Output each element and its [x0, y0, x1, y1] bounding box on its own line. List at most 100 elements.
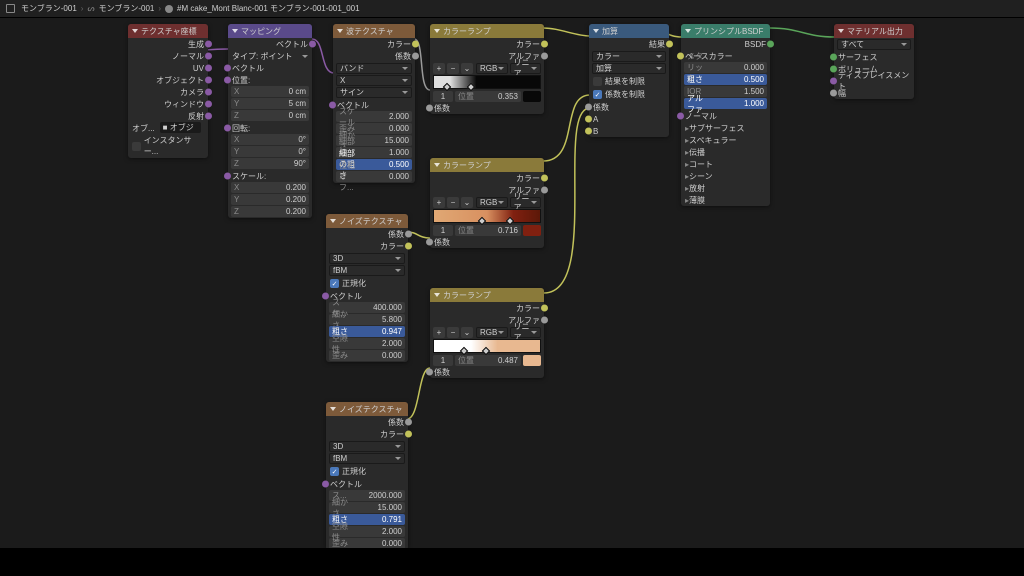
- node-color-ramp-1[interactable]: カラーランプ カラー アルファ + − ⌄ RGB リニア 1 位置0.353 …: [430, 24, 544, 114]
- noise-lacunarity[interactable]: 空隙性2.000: [329, 526, 405, 537]
- ramp-mode[interactable]: RGB: [476, 327, 508, 338]
- ramp-menu[interactable]: ⌄: [461, 63, 473, 74]
- dd-dim[interactable]: 3D: [329, 253, 405, 264]
- socket-out[interactable]: [205, 41, 212, 48]
- check-clamp-factor[interactable]: ✓係数を制限: [589, 88, 669, 101]
- socket-in[interactable]: [830, 90, 837, 97]
- socket-in[interactable]: [426, 105, 433, 112]
- loc-x[interactable]: X0 cm: [231, 86, 309, 97]
- rot-z[interactable]: Z90°: [231, 158, 309, 169]
- field-value[interactable]: ポイント: [260, 51, 302, 62]
- ramp-menu[interactable]: ⌄: [461, 327, 473, 338]
- socket-in[interactable]: [677, 113, 684, 120]
- ramp-pos[interactable]: 位置0.716: [455, 225, 521, 236]
- ramp-add[interactable]: +: [433, 327, 445, 338]
- check-normalize[interactable]: ✓正規化: [326, 465, 408, 478]
- loc-y[interactable]: Y5 cm: [231, 98, 309, 109]
- object-field[interactable]: ■ オブジ: [160, 122, 201, 133]
- socket-in[interactable]: [585, 116, 592, 123]
- socket-in[interactable]: [224, 125, 231, 132]
- panel-label[interactable]: 薄膜: [689, 195, 705, 206]
- check-normalize[interactable]: ✓正規化: [326, 277, 408, 290]
- node-header[interactable]: 波テクスチャ: [333, 24, 415, 38]
- panel-label[interactable]: 伝播: [689, 147, 705, 158]
- socket-out[interactable]: [405, 243, 412, 250]
- socket-out[interactable]: [205, 77, 212, 84]
- socket-out[interactable]: [541, 317, 548, 324]
- node-header[interactable]: カラーランプ: [430, 24, 544, 38]
- check-clamp-result[interactable]: 結果を制限: [589, 75, 669, 88]
- node-header[interactable]: 加算: [589, 24, 669, 38]
- socket-out[interactable]: [412, 53, 419, 60]
- node-header[interactable]: カラーランプ: [430, 158, 544, 172]
- color-ramp-gradient[interactable]: [433, 209, 541, 223]
- node-wave-texture[interactable]: 波テクスチャ カラー 係数 バンド X サイン ベクトル スケール2.000 歪…: [333, 24, 415, 183]
- dd-datatype[interactable]: カラー: [592, 51, 666, 62]
- scale-z[interactable]: Z0.200: [231, 206, 309, 217]
- socket-in[interactable]: [830, 54, 837, 61]
- scale-y[interactable]: Y0.200: [231, 194, 309, 205]
- socket-out[interactable]: [541, 53, 548, 60]
- panel-label[interactable]: 放射: [689, 183, 705, 194]
- ramp-menu[interactable]: ⌄: [461, 197, 473, 208]
- socket-out[interactable]: [541, 305, 548, 312]
- dd-blendmode[interactable]: 加算: [592, 63, 666, 74]
- color-ramp-gradient[interactable]: [433, 75, 541, 89]
- ramp-mode[interactable]: RGB: [476, 63, 508, 74]
- socket-out[interactable]: [405, 231, 412, 238]
- ramp-color-swatch[interactable]: [523, 91, 541, 102]
- socket-out[interactable]: [412, 41, 419, 48]
- ramp-remove[interactable]: −: [447, 327, 459, 338]
- socket-in[interactable]: [585, 104, 592, 111]
- noise-detail[interactable]: 細かさ15.000: [329, 502, 405, 513]
- ramp-index[interactable]: 1: [433, 355, 453, 366]
- dd-band[interactable]: バンド: [336, 63, 412, 74]
- socket-out[interactable]: [405, 419, 412, 426]
- panel-label[interactable]: シーン: [689, 171, 713, 182]
- node-noise-2[interactable]: ノイズテクスチャ 係数 カラー 3D fBM ✓正規化 ベクトル ス...200…: [326, 402, 408, 550]
- node-header[interactable]: マテリアル出力: [834, 24, 914, 38]
- noise-distort[interactable]: 歪み0.000: [329, 350, 405, 361]
- ramp-pos[interactable]: 位置0.487: [455, 355, 521, 366]
- node-noise-1[interactable]: ノイズテクスチャ 係数 カラー 3D fBM ✓正規化 ベクトル スケ...40…: [326, 214, 408, 362]
- breadcrumb-item[interactable]: モンブラン-001: [21, 3, 77, 14]
- dd-profile[interactable]: サイン: [336, 87, 412, 98]
- node-header[interactable]: ノイズテクスチャ: [326, 402, 408, 416]
- socket-out[interactable]: [205, 101, 212, 108]
- socket-out[interactable]: [405, 431, 412, 438]
- dd-target[interactable]: すべて: [837, 39, 911, 50]
- ramp-index[interactable]: 1: [433, 225, 453, 236]
- color-ramp-gradient[interactable]: [433, 339, 541, 353]
- node-material-output[interactable]: マテリアル出力 すべて サーフェス ボリューム ディスプレイスメント 幅: [834, 24, 914, 99]
- rot-x[interactable]: X0°: [231, 134, 309, 145]
- socket-in[interactable]: [830, 66, 837, 73]
- node-header[interactable]: テクスチャ座標: [128, 24, 208, 38]
- node-header[interactable]: プリンシプルBSDF: [681, 24, 770, 38]
- node-editor-canvas[interactable]: テクスチャ座標 生成 ノーマル UV オブジェクト カメラ ウィンドウ 反射 オ…: [0, 18, 1024, 548]
- node-mapping[interactable]: マッピング ベクトル タイプ: ポイント ベクトル 位置: X0 cm Y5 c…: [228, 24, 312, 218]
- ramp-mode[interactable]: RGB: [476, 197, 508, 208]
- ramp-index[interactable]: 1: [433, 91, 453, 102]
- node-header[interactable]: カラーランプ: [430, 288, 544, 302]
- socket-in[interactable]: [677, 53, 684, 60]
- bsdf-alpha[interactable]: アルファ1.000: [684, 98, 767, 109]
- ramp-interp[interactable]: リニア: [510, 63, 542, 74]
- socket-out[interactable]: [205, 53, 212, 60]
- node-mix-add[interactable]: 加算 結果 カラー 加算 結果を制限 ✓係数を制限 係数 A B: [589, 24, 669, 137]
- socket-in[interactable]: [224, 77, 231, 84]
- ramp-color-swatch[interactable]: [523, 355, 541, 366]
- socket-in[interactable]: [322, 293, 329, 300]
- ramp-add[interactable]: +: [433, 197, 445, 208]
- socket-in[interactable]: [426, 369, 433, 376]
- ramp-color-swatch[interactable]: [523, 225, 541, 236]
- breadcrumb-item[interactable]: #M cake_Mont Blanc-001 モンブラン-001-001_001: [177, 3, 360, 14]
- socket-in[interactable]: [585, 128, 592, 135]
- ramp-interp[interactable]: リニア: [510, 327, 542, 338]
- ramp-add[interactable]: +: [433, 63, 445, 74]
- socket-in[interactable]: [830, 78, 837, 85]
- dd-type[interactable]: fBM: [329, 265, 405, 276]
- socket-in[interactable]: [224, 65, 231, 72]
- bsdf-roughness[interactable]: 粗さ0.500: [684, 74, 767, 85]
- checkbox-instancer[interactable]: インスタンサー...: [128, 134, 208, 158]
- panel-label[interactable]: スペキュラー: [689, 135, 736, 146]
